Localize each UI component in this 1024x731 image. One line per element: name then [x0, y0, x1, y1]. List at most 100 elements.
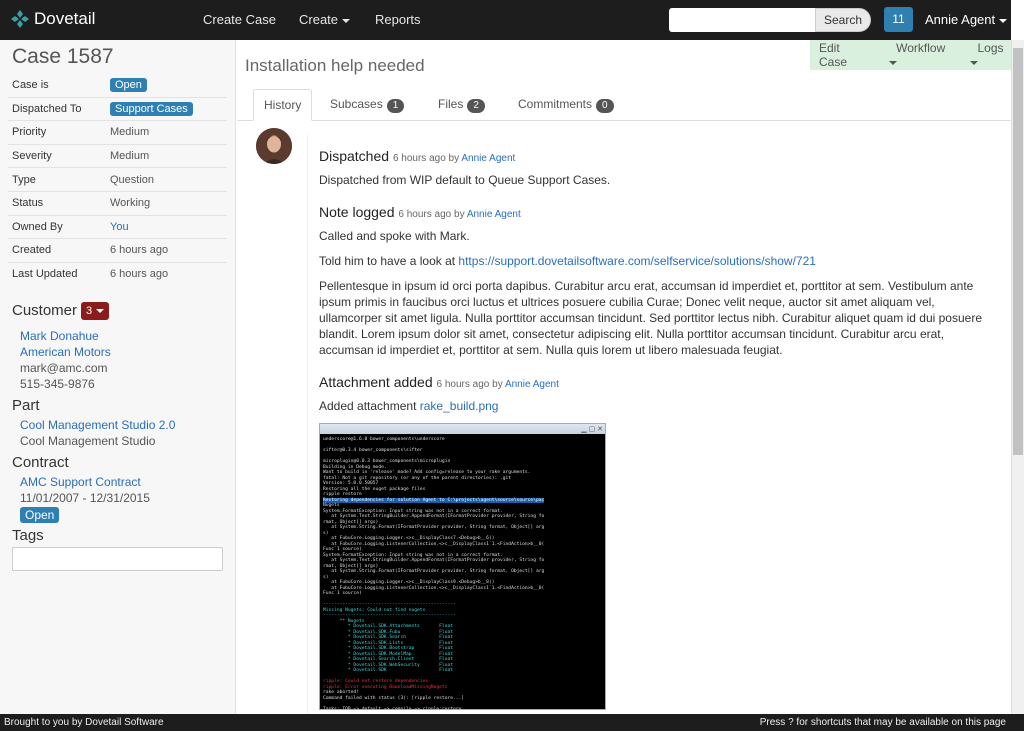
- prop-label: Case is: [12, 78, 49, 91]
- tab-files[interactable]: Files 2: [428, 89, 495, 121]
- note-line-prefix: Told him to have a look at: [319, 254, 456, 268]
- prop-label: Type: [12, 173, 36, 186]
- event-title: Dispatched: [319, 148, 390, 164]
- prop-label: Priority: [12, 126, 47, 139]
- event-time: 6 hours ago: [392, 153, 446, 164]
- event-heading: Note logged 6 hours ago by Annie Agent: [319, 204, 999, 220]
- console-output-image: underscore@1.6.0 bower_components\unders…: [323, 437, 545, 710]
- console-window-titlebar: [320, 424, 605, 434]
- customer-phone: 515-345-9876: [20, 377, 95, 391]
- create-menu-label: Create: [299, 12, 339, 27]
- prop-label: Created: [12, 244, 52, 257]
- contract-link[interactable]: AMC Support Contract: [20, 475, 141, 489]
- agent-photo-icon: [256, 128, 292, 164]
- page-scrollbar[interactable]: [1011, 40, 1024, 714]
- scrollbar-thumb[interactable]: [1013, 48, 1023, 455]
- customer-count: 3: [86, 305, 93, 318]
- chevron-down-icon: [970, 60, 979, 65]
- agent-link[interactable]: Annie Agent: [505, 379, 559, 390]
- part-heading: Part: [12, 397, 40, 414]
- tab-label: Commitments: [518, 97, 593, 111]
- attachment-prefix: Added attachment: [319, 399, 417, 413]
- event-meta: 6 hours ago by Annie Agent: [393, 153, 515, 164]
- chevron-down-icon: [342, 18, 351, 23]
- event-meta: 6 hours ago by Annie Agent: [437, 379, 559, 390]
- create-menu[interactable]: Create: [299, 12, 351, 27]
- part-family: Cool Management Studio: [20, 434, 156, 448]
- tab-commitments[interactable]: Commitments 0: [508, 89, 624, 121]
- note-body: Pellentesque in ipsum id orci porta dapi…: [319, 279, 982, 357]
- issue-title: Installation help needed: [245, 56, 425, 75]
- contract-heading: Contract: [12, 454, 69, 471]
- create-case-link[interactable]: Create Case: [203, 12, 276, 27]
- history-feed: Dispatched 6 hours ago by Annie Agent Di…: [319, 148, 999, 710]
- prop-value: 6 hours ago: [110, 244, 169, 257]
- brand[interactable]: Dovetail: [10, 9, 95, 29]
- brand-name: Dovetail: [34, 9, 96, 28]
- customer-company-link[interactable]: American Motors: [20, 345, 111, 359]
- prop-row: Dispatched To Support Cases: [8, 96, 227, 121]
- event-dispatched: Dispatched 6 hours ago by Annie Agent Di…: [319, 148, 999, 188]
- workflow-menu[interactable]: Workflow: [887, 41, 951, 69]
- avatar: [256, 128, 292, 164]
- event-time: 6 hours ago: [398, 209, 452, 220]
- reports-link[interactable]: Reports: [375, 12, 421, 27]
- part-link[interactable]: Cool Management Studio 2.0: [20, 418, 175, 432]
- user-name: Annie Agent: [925, 12, 996, 27]
- attachment-thumbnail[interactable]: ▁ ▢ ✕ underscore@1.6.0 bower_components\…: [319, 423, 606, 710]
- prop-label: Status: [12, 197, 44, 210]
- agent-link[interactable]: Annie Agent: [461, 153, 515, 164]
- prop-value: Question: [110, 173, 155, 186]
- case-main: Edit Case Workflow Logs Installation hel…: [237, 40, 1011, 715]
- edit-case-button[interactable]: Edit Case: [819, 41, 868, 69]
- customer-name-link[interactable]: Mark Donahue: [20, 329, 99, 343]
- tab-count: 0: [596, 99, 614, 113]
- prop-value: Working: [110, 197, 151, 210]
- attachment-link[interactable]: rake_build.png: [420, 399, 499, 413]
- chevron-down-icon: [96, 309, 105, 314]
- event-title: Attachment added: [319, 374, 433, 390]
- tab-count: 2: [467, 99, 485, 113]
- prop-value: Medium: [110, 126, 150, 139]
- prop-row: Severity Medium: [8, 143, 227, 168]
- tab-count: 1: [386, 99, 405, 113]
- attachment-line: Added attachment rake_build.png: [319, 398, 999, 414]
- event-note: Note logged 6 hours ago by Annie Agent C…: [319, 204, 999, 358]
- search-input[interactable]: [669, 8, 815, 32]
- event-meta: 6 hours ago by Annie Agent: [398, 209, 520, 220]
- customer-count-dropdown[interactable]: 3: [81, 302, 110, 321]
- prop-label: Severity: [12, 150, 52, 163]
- event-by: by: [492, 379, 503, 390]
- tab-label: Files: [438, 97, 464, 111]
- tags-input[interactable]: [12, 547, 223, 571]
- tab-subcases[interactable]: Subcases 1: [320, 89, 414, 121]
- prop-row: Priority Medium: [8, 120, 227, 144]
- timeline-divider: [307, 135, 308, 715]
- notifications-badge[interactable]: 11: [884, 7, 913, 32]
- tab-history[interactable]: History: [253, 89, 313, 121]
- chevron-down-icon: [889, 60, 898, 65]
- page-footer: Brought to you by Dovetail Software Pres…: [0, 714, 1024, 731]
- case-title: Case 1587: [12, 45, 114, 68]
- customer-heading-label: Customer: [12, 302, 78, 319]
- event-heading: Dispatched 6 hours ago by Annie Agent: [319, 148, 999, 164]
- case-sidebar: Case 1587 Case is Open Dispatched To Suppo…: [0, 40, 236, 714]
- prop-label: Owned By: [12, 220, 63, 233]
- logs-menu[interactable]: Logs: [968, 41, 1011, 69]
- prop-row: Status Working: [8, 190, 227, 215]
- search-button[interactable]: Search: [815, 8, 871, 32]
- owner-link[interactable]: You: [110, 221, 129, 233]
- prop-label: Last Updated: [12, 268, 78, 281]
- agent-link[interactable]: Annie Agent: [467, 209, 521, 220]
- dovetail-logo-icon: [11, 10, 29, 28]
- note-line: Called and spoke with Mark.: [319, 229, 470, 243]
- event-by: by: [454, 209, 465, 220]
- case-properties: Case is Open Dispatched To Support Cases P…: [8, 73, 227, 285]
- tab-label: Subcases: [330, 97, 383, 111]
- prop-row: Type Question: [8, 167, 227, 191]
- queue-badge[interactable]: Support Cases: [110, 101, 193, 116]
- user-menu[interactable]: Annie Agent: [925, 12, 1008, 27]
- event-attachment: Attachment added 6 hours ago by Annie Ag…: [319, 374, 999, 710]
- workflow-label: Workflow: [896, 41, 946, 55]
- solution-link[interactable]: https://support.dovetailsoftware.com/sel…: [458, 254, 816, 268]
